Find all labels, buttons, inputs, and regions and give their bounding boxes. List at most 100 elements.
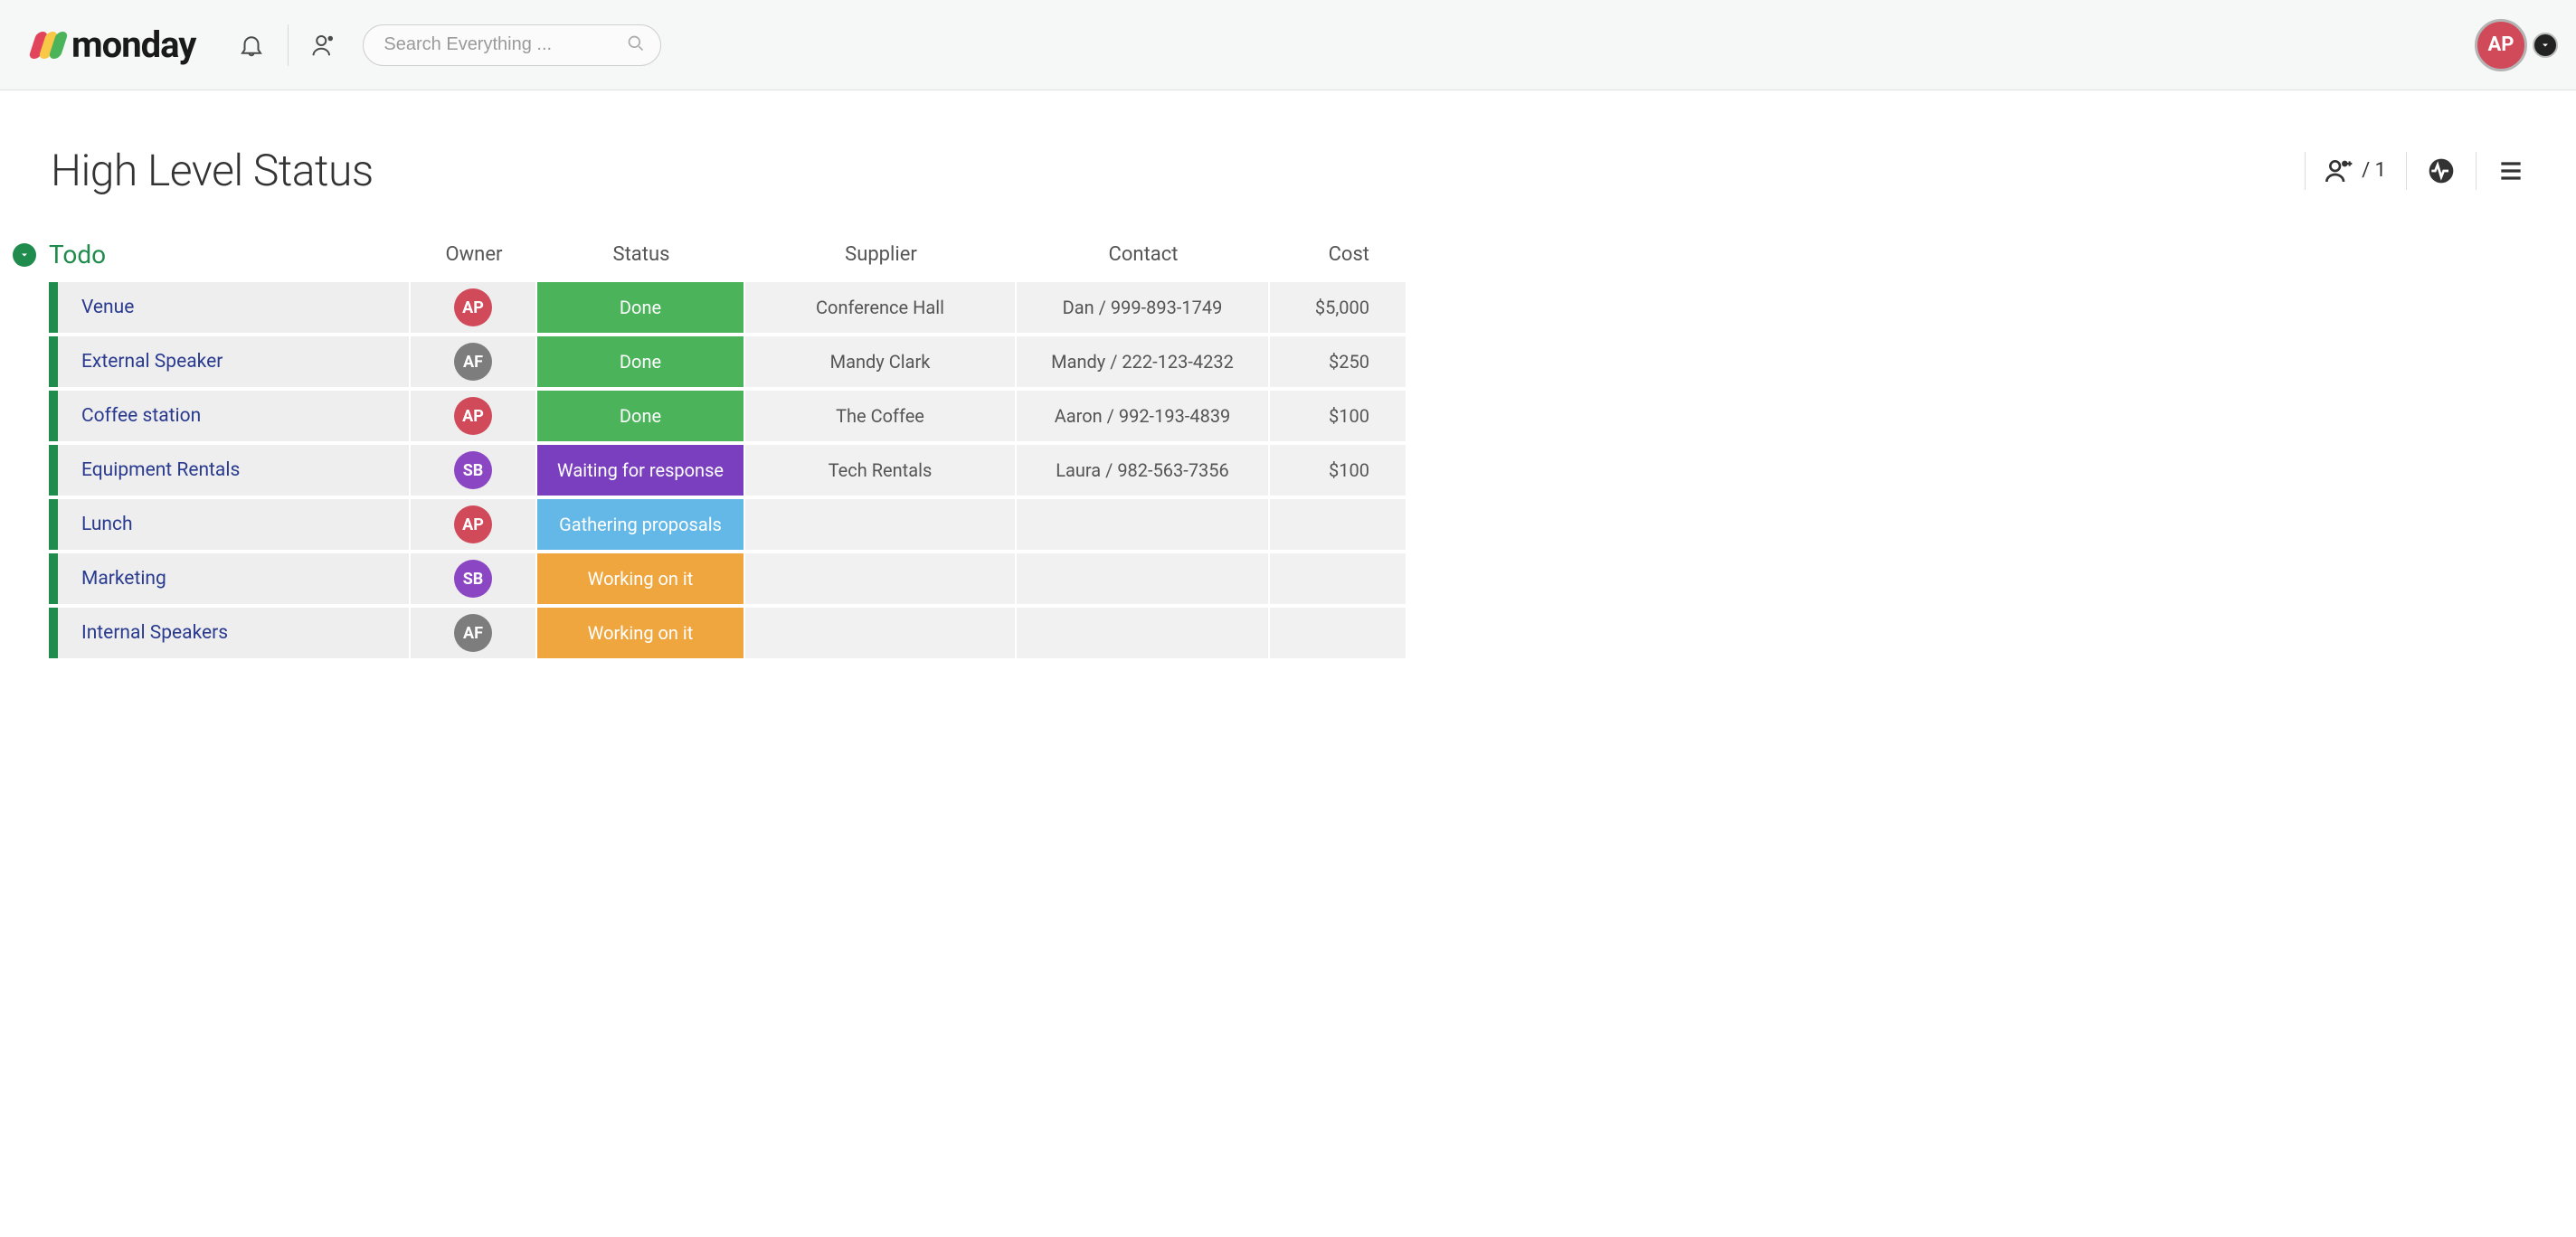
people-button[interactable] [305, 25, 345, 65]
activity-icon [2427, 156, 2456, 185]
contact-cell[interactable]: Laura / 982-563-7356 [1017, 445, 1270, 496]
activity-button[interactable] [2427, 156, 2456, 185]
item-name-cell[interactable]: Coffee station [49, 391, 411, 441]
owner-avatar[interactable]: AP [454, 397, 492, 435]
item-name-cell[interactable]: External Speaker [49, 336, 411, 387]
item-name-cell[interactable]: Equipment Rentals [49, 445, 411, 496]
page-header: High Level Status / 1 [0, 90, 2576, 232]
cost-cell[interactable] [1270, 608, 1406, 658]
item-name-cell[interactable]: Lunch [49, 499, 411, 550]
item-name[interactable]: External Speaker [58, 351, 223, 373]
owner-avatar[interactable]: AF [454, 614, 492, 652]
cost-cell[interactable]: $250 [1270, 336, 1406, 387]
supplier-cell[interactable]: Tech Rentals [745, 445, 1017, 496]
add-person-icon [2325, 156, 2354, 185]
status-cell[interactable]: Done [537, 391, 745, 441]
item-name[interactable]: Coffee station [58, 405, 201, 427]
owner-cell[interactable]: AP [411, 499, 537, 550]
owner-cell[interactable]: SB [411, 445, 537, 496]
board-menu-button[interactable] [2496, 156, 2525, 185]
cost-cell[interactable] [1270, 499, 1406, 550]
item-name-cell[interactable]: Venue [49, 282, 411, 333]
contact-cell[interactable] [1017, 499, 1270, 550]
item-name[interactable]: Marketing [58, 568, 166, 590]
status-cell[interactable]: Waiting for response [537, 445, 745, 496]
column-supplier[interactable]: Supplier [745, 243, 1017, 266]
contact-cell[interactable]: Dan / 999-893-1749 [1017, 282, 1270, 333]
item-name[interactable]: Internal Speakers [58, 622, 228, 644]
people-icon [311, 32, 338, 59]
topbar: monday AP [0, 0, 2576, 90]
group-rows: VenueAPDoneConference HallDan / 999-893-… [49, 282, 2563, 658]
owner-avatar[interactable]: AP [454, 505, 492, 543]
item-name[interactable]: Lunch [58, 514, 133, 535]
supplier-cell[interactable] [745, 499, 1017, 550]
bell-icon [238, 32, 265, 59]
item-name[interactable]: Venue [58, 297, 134, 318]
table-row: Lunch AP Gathering proposals [49, 499, 2563, 550]
group-header: Todo Owner Status Supplier Contact Cost [13, 232, 2563, 282]
status-cell[interactable]: Gathering proposals [537, 499, 745, 550]
supplier-cell[interactable]: Mandy Clark [745, 336, 1017, 387]
chevron-down-icon [19, 250, 30, 260]
column-owner[interactable]: Owner [411, 243, 537, 266]
members-button[interactable]: / 1 [2325, 156, 2386, 185]
user-menu: AP [2475, 19, 2558, 71]
member-count: / 1 [2362, 159, 2386, 182]
logo-stripes-icon [33, 32, 62, 59]
search-wrap [363, 24, 661, 66]
table-row: Coffee station AP DoneThe CoffeeAaron / 99… [49, 391, 2563, 441]
table-row: Venue AP DoneConference HallDan / 999-893-… [49, 282, 2563, 333]
table-row: External Speaker AF DoneMandy ClarkMandy /… [49, 336, 2563, 387]
group-title[interactable]: Todo [49, 240, 106, 269]
owner-avatar[interactable]: SB [454, 451, 492, 489]
supplier-cell[interactable] [745, 553, 1017, 604]
column-cost[interactable]: Cost [1270, 243, 1406, 266]
supplier-cell[interactable] [745, 608, 1017, 658]
owner-cell[interactable]: AF [411, 336, 537, 387]
item-name-cell[interactable]: Marketing [49, 553, 411, 604]
user-menu-dropdown[interactable] [2533, 33, 2558, 58]
table-row: Marketing SB Working on it [49, 553, 2563, 604]
brand-name: monday [71, 24, 195, 66]
notifications-button[interactable] [232, 25, 271, 65]
header-divider [2305, 152, 2306, 190]
cost-cell[interactable]: $5,000 [1270, 282, 1406, 333]
owner-cell[interactable]: AF [411, 608, 537, 658]
group-collapse-toggle[interactable] [13, 243, 36, 267]
chevron-down-icon [2540, 40, 2551, 51]
owner-avatar[interactable]: AP [454, 288, 492, 326]
hamburger-icon [2496, 156, 2525, 185]
cost-cell[interactable]: $100 [1270, 445, 1406, 496]
page-title: High Level Status [51, 145, 374, 196]
search-input[interactable] [363, 24, 661, 66]
page-header-actions: / 1 [2285, 152, 2525, 190]
user-avatar[interactable]: AP [2475, 19, 2527, 71]
column-contact[interactable]: Contact [1017, 243, 1270, 266]
contact-cell[interactable] [1017, 553, 1270, 604]
column-status[interactable]: Status [537, 243, 745, 266]
supplier-cell[interactable]: Conference Hall [745, 282, 1017, 333]
status-cell[interactable]: Working on it [537, 608, 745, 658]
status-cell[interactable]: Done [537, 282, 745, 333]
owner-cell[interactable]: AP [411, 391, 537, 441]
header-divider [2476, 152, 2477, 190]
status-cell[interactable]: Working on it [537, 553, 745, 604]
brand-logo[interactable]: monday [0, 0, 232, 90]
contact-cell[interactable]: Mandy / 222-123-4232 [1017, 336, 1270, 387]
contact-cell[interactable] [1017, 608, 1270, 658]
topbar-divider [288, 24, 289, 66]
supplier-cell[interactable]: The Coffee [745, 391, 1017, 441]
item-name[interactable]: Equipment Rentals [58, 459, 240, 481]
owner-cell[interactable]: AP [411, 282, 537, 333]
contact-cell[interactable]: Aaron / 992-193-4839 [1017, 391, 1270, 441]
table-row: Equipment Rentals SB Waiting for responseT… [49, 445, 2563, 496]
owner-avatar[interactable]: SB [454, 560, 492, 598]
item-name-cell[interactable]: Internal Speakers [49, 608, 411, 658]
owner-avatar[interactable]: AF [454, 343, 492, 381]
owner-cell[interactable]: SB [411, 553, 537, 604]
cost-cell[interactable]: $100 [1270, 391, 1406, 441]
status-cell[interactable]: Done [537, 336, 745, 387]
cost-cell[interactable] [1270, 553, 1406, 604]
header-divider [2406, 152, 2407, 190]
